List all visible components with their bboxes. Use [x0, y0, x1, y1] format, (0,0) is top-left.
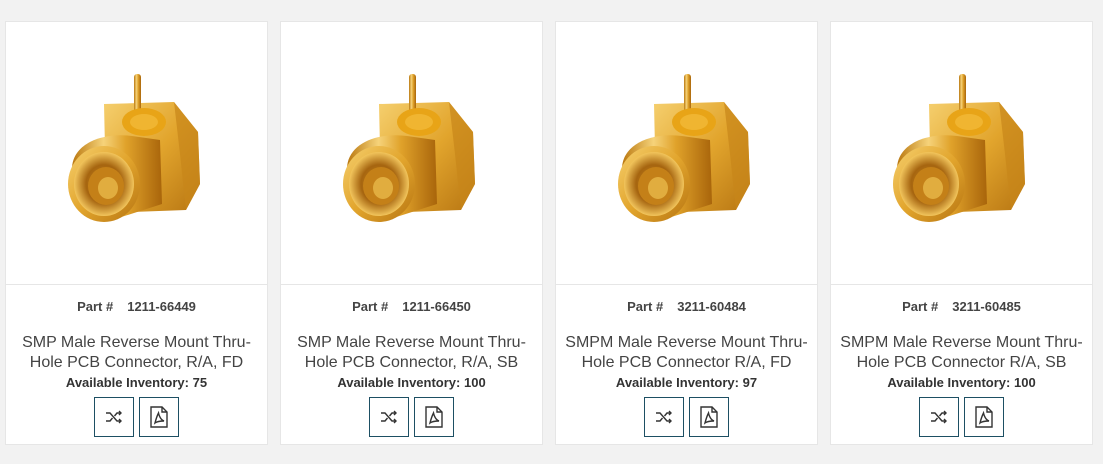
shuffle-icon: [380, 409, 398, 425]
part-number-line: Part # 3211-60485: [831, 299, 1092, 314]
product-card[interactable]: Part # 3211-60484 SMPM Male Reverse Mount…: [555, 21, 818, 445]
divider: [281, 284, 542, 285]
product-actions: [556, 397, 817, 437]
shuffle-icon: [105, 409, 123, 425]
compare-button[interactable]: [94, 397, 134, 437]
compare-button[interactable]: [644, 397, 684, 437]
product-title-link[interactable]: SMP Male Reverse Mount Thru-Hole PCB Con…: [14, 333, 259, 373]
product-actions: [281, 397, 542, 437]
part-number-line: Part # 3211-60484: [556, 299, 817, 314]
part-label: Part #: [352, 299, 389, 314]
product-card[interactable]: Part # 1211-66450 SMP Male Reverse Mount …: [280, 21, 543, 445]
product-title-link[interactable]: SMPM Male Reverse Mount Thru-Hole PCB Co…: [839, 333, 1084, 373]
available-inventory: Available Inventory: 100: [337, 375, 486, 390]
product-title-link[interactable]: SMP Male Reverse Mount Thru-Hole PCB Con…: [289, 333, 534, 373]
product-title-link[interactable]: SMPM Male Reverse Mount Thru-Hole PCB Co…: [564, 333, 809, 373]
pdf-icon: [149, 406, 169, 428]
product-actions: [831, 397, 1092, 437]
connector-image[interactable]: [831, 22, 1092, 285]
compare-button[interactable]: [919, 397, 959, 437]
part-number: 1211-66449: [127, 299, 196, 314]
shuffle-icon: [930, 409, 948, 425]
part-label: Part #: [902, 299, 939, 314]
divider: [6, 284, 267, 285]
part-label: Part #: [77, 299, 114, 314]
datasheet-pdf-button[interactable]: [414, 397, 454, 437]
part-number: 3211-60484: [677, 299, 746, 314]
available-inventory: Available Inventory: 75: [65, 375, 208, 390]
pdf-icon: [699, 406, 719, 428]
product-card[interactable]: Part # 3211-60485 SMPM Male Reverse Mount…: [830, 21, 1093, 445]
part-number: 3211-60485: [952, 299, 1021, 314]
datasheet-pdf-button[interactable]: [689, 397, 729, 437]
datasheet-pdf-button[interactable]: [139, 397, 179, 437]
pdf-icon: [424, 406, 444, 428]
divider: [556, 284, 817, 285]
connector-image[interactable]: [556, 22, 817, 285]
connector-image[interactable]: [6, 22, 267, 285]
pdf-icon: [974, 406, 994, 428]
part-label: Part #: [627, 299, 664, 314]
datasheet-pdf-button[interactable]: [964, 397, 1004, 437]
connector-image[interactable]: [281, 22, 542, 285]
product-actions: [6, 397, 267, 437]
available-inventory: Available Inventory: 97: [615, 375, 758, 390]
shuffle-icon: [655, 409, 673, 425]
part-number-line: Part # 1211-66449: [6, 299, 267, 314]
available-inventory: Available Inventory: 100: [887, 375, 1036, 390]
divider: [831, 284, 1092, 285]
part-number: 1211-66450: [402, 299, 471, 314]
compare-button[interactable]: [369, 397, 409, 437]
part-number-line: Part # 1211-66450: [281, 299, 542, 314]
product-card[interactable]: Part # 1211-66449 SMP Male Reverse Mount …: [5, 21, 268, 445]
